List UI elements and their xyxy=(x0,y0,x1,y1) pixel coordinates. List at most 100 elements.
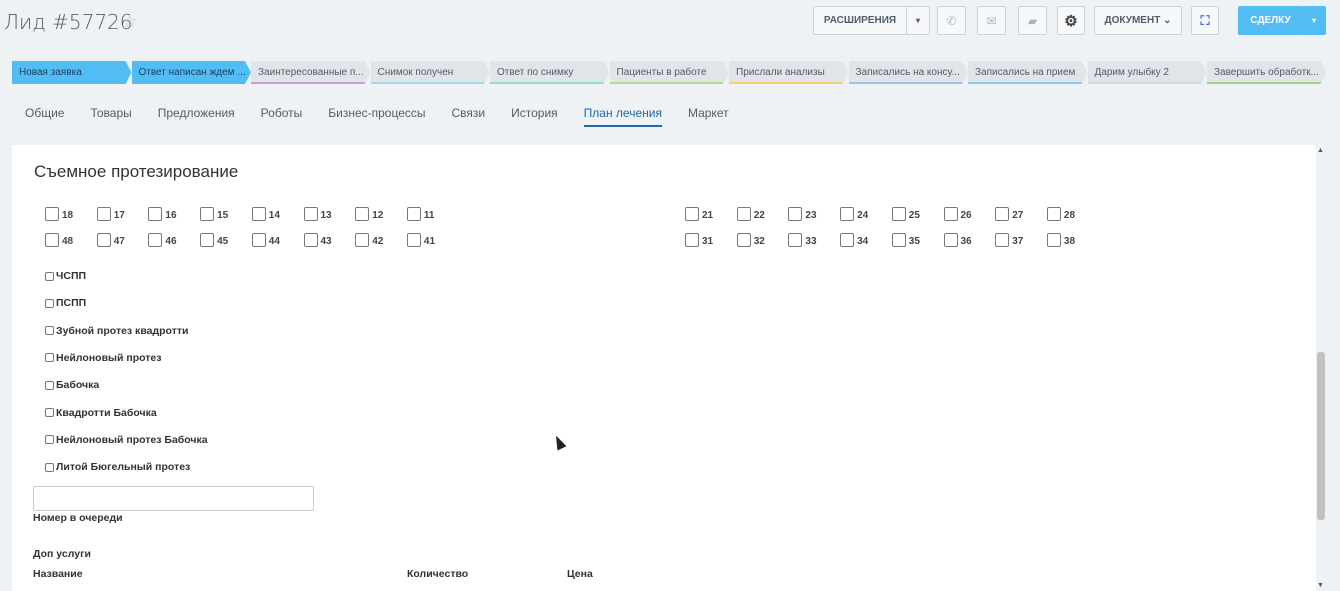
checkbox-box[interactable] xyxy=(685,233,699,247)
tab-item[interactable]: Роботы xyxy=(261,106,303,127)
tooth-checkbox[interactable]: 18 xyxy=(45,207,73,221)
checkbox-box[interactable] xyxy=(45,326,54,336)
checkbox-box[interactable] xyxy=(1046,233,1061,247)
tooth-checkbox[interactable]: 37 xyxy=(995,233,1023,247)
checkbox-box[interactable] xyxy=(45,233,59,247)
scroll-down-icon[interactable]: ▼ xyxy=(1317,582,1324,589)
checkbox-box[interactable] xyxy=(406,233,421,247)
checkbox-box[interactable] xyxy=(45,462,54,472)
tooth-checkbox[interactable]: 16 xyxy=(148,207,177,221)
checkbox-box[interactable] xyxy=(355,233,370,247)
option-checkbox[interactable]: ЧСПП xyxy=(45,270,86,282)
option-checkbox[interactable]: Бабочка xyxy=(45,379,99,391)
checkbox-box[interactable] xyxy=(788,207,803,221)
tooth-checkbox[interactable]: 17 xyxy=(96,207,125,221)
checkbox-box[interactable] xyxy=(355,207,370,221)
checkbox-box[interactable] xyxy=(685,207,699,221)
checkbox-box[interactable] xyxy=(251,207,266,221)
checkbox-box[interactable] xyxy=(45,353,54,363)
scrollbar[interactable]: ▲ ▼ xyxy=(1316,145,1326,591)
tab-item[interactable]: Предложения xyxy=(158,106,235,127)
checkbox-box[interactable] xyxy=(303,207,318,221)
checkbox-box[interactable] xyxy=(200,207,215,221)
checkbox-box[interactable] xyxy=(943,207,958,221)
stage-item[interactable]: Завершить обработк... xyxy=(1207,61,1327,84)
tooth-checkbox[interactable]: 22 xyxy=(736,207,765,221)
extensions-button[interactable]: РАСШИРЕНИЯ xyxy=(813,6,907,35)
stage-item[interactable]: Ответ написан ждем ... xyxy=(132,61,252,84)
tooth-checkbox[interactable]: 38 xyxy=(1046,233,1075,247)
checkbox-box[interactable] xyxy=(148,233,163,247)
tab-item[interactable]: План лечения xyxy=(583,106,662,127)
tooth-checkbox[interactable]: 43 xyxy=(303,233,332,247)
stage-item[interactable]: Записались на консу... xyxy=(849,61,969,84)
tooth-checkbox[interactable]: 31 xyxy=(685,233,713,247)
tooth-checkbox[interactable]: 23 xyxy=(788,207,817,221)
tooth-checkbox[interactable]: 12 xyxy=(355,207,383,221)
tooth-checkbox[interactable]: 24 xyxy=(840,207,868,221)
extensions-dropdown[interactable]: ▾ xyxy=(906,6,930,35)
checkbox-box[interactable] xyxy=(736,207,751,221)
checkbox-box[interactable] xyxy=(251,233,266,247)
stage-item[interactable]: Записались на прием xyxy=(968,61,1088,84)
stage-item[interactable]: Снимок получен xyxy=(371,61,491,84)
checkbox-box[interactable] xyxy=(148,207,163,221)
tooth-checkbox[interactable]: 41 xyxy=(406,233,435,247)
checkbox-box[interactable] xyxy=(45,380,54,390)
checkbox-box[interactable] xyxy=(96,233,111,247)
checkbox-box[interactable] xyxy=(45,435,54,445)
tooth-checkbox[interactable]: 27 xyxy=(995,207,1023,221)
option-checkbox[interactable]: ПСПП xyxy=(45,297,86,309)
tooth-checkbox[interactable]: 25 xyxy=(891,207,920,221)
checkbox-box[interactable] xyxy=(45,271,54,281)
deal-dropdown[interactable]: ▾ xyxy=(1302,6,1326,35)
checkbox-box[interactable] xyxy=(45,298,54,308)
stage-item[interactable]: Ответ по снимку xyxy=(490,61,610,84)
checkbox-box[interactable] xyxy=(303,233,318,247)
scroll-up-icon[interactable]: ▲ xyxy=(1317,147,1324,154)
checkbox-box[interactable] xyxy=(891,233,906,247)
checkbox-box[interactable] xyxy=(840,233,855,247)
checkbox-box[interactable] xyxy=(995,207,1010,221)
tab-item[interactable]: История xyxy=(511,106,558,127)
checkbox-box[interactable] xyxy=(406,207,421,221)
tooth-checkbox[interactable]: 42 xyxy=(355,233,383,247)
stage-item[interactable]: Новая заявка xyxy=(12,61,132,84)
mail-icon[interactable]: ✉ xyxy=(977,6,1006,35)
tooth-checkbox[interactable]: 45 xyxy=(200,233,228,247)
tooth-checkbox[interactable]: 46 xyxy=(148,233,177,247)
fullscreen-icon[interactable]: ⛶ xyxy=(1191,6,1219,35)
tab-item[interactable]: Связи xyxy=(452,106,486,127)
tooth-checkbox[interactable]: 32 xyxy=(736,233,765,247)
document-button[interactable]: ДОКУМЕНТ ⌄ xyxy=(1094,6,1182,35)
queue-number-input[interactable] xyxy=(33,486,314,511)
chat-icon[interactable]: ▰ xyxy=(1018,6,1047,35)
checkbox-box[interactable] xyxy=(788,233,803,247)
stage-item[interactable]: Дарим улыбку 2 xyxy=(1088,61,1208,84)
tooth-checkbox[interactable]: 13 xyxy=(303,207,332,221)
tooth-checkbox[interactable]: 14 xyxy=(251,207,280,221)
tab-item[interactable]: Бизнес-процессы xyxy=(328,106,425,127)
checkbox-box[interactable] xyxy=(891,207,906,221)
option-checkbox[interactable]: Литой Бюгельный протез xyxy=(45,461,190,473)
stage-item[interactable]: Пациенты в работе xyxy=(610,61,730,84)
tab-item[interactable]: Маркет xyxy=(688,106,729,127)
tooth-checkbox[interactable]: 35 xyxy=(891,233,920,247)
checkbox-box[interactable] xyxy=(96,207,111,221)
checkbox-box[interactable] xyxy=(943,233,958,247)
option-checkbox[interactable]: Нейлоновый протез Бабочка xyxy=(45,434,208,446)
tooth-checkbox[interactable]: 47 xyxy=(96,233,125,247)
option-checkbox[interactable]: Квадротти Бабочка xyxy=(45,407,157,419)
stage-item[interactable]: Заинтересованные п... xyxy=(251,61,371,84)
tooth-checkbox[interactable]: 44 xyxy=(251,233,280,247)
option-checkbox[interactable]: Зубной протез квадротти xyxy=(45,325,188,337)
stage-item[interactable]: Прислали анализы xyxy=(729,61,849,84)
tooth-checkbox[interactable]: 33 xyxy=(788,233,817,247)
checkbox-box[interactable] xyxy=(995,233,1010,247)
option-checkbox[interactable]: Нейлоновый протез xyxy=(45,352,161,364)
deal-button[interactable]: СДЕЛКУ xyxy=(1238,6,1303,35)
scrollbar-thumb[interactable] xyxy=(1317,352,1325,520)
star-icon[interactable]: ☆ xyxy=(122,12,137,32)
checkbox-box[interactable] xyxy=(200,233,215,247)
tooth-checkbox[interactable]: 48 xyxy=(45,233,73,247)
